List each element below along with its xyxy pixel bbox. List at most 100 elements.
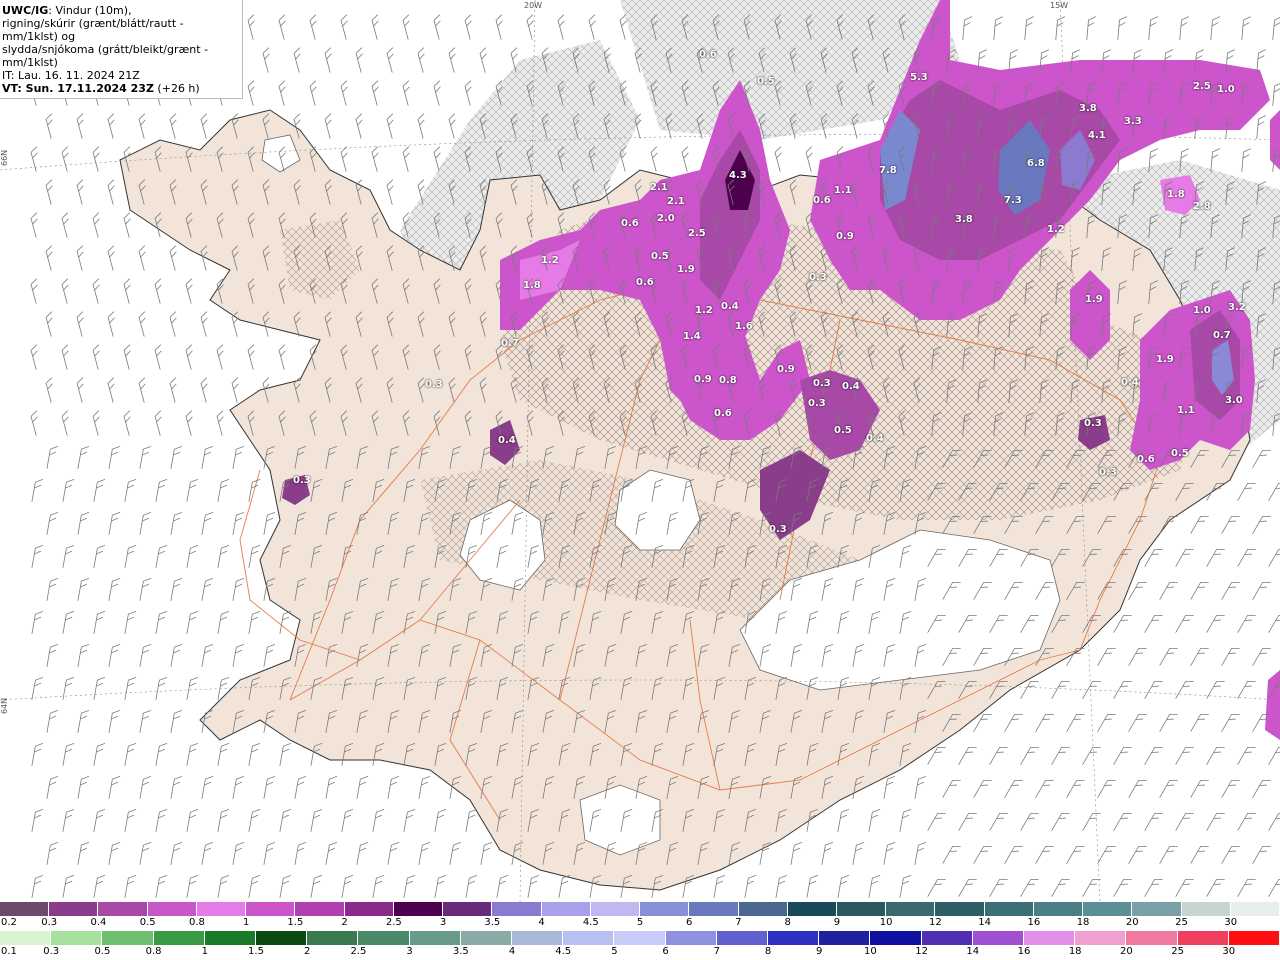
precip-value-label: 1.8 xyxy=(523,280,541,291)
precip-value-label: 0.4 xyxy=(842,381,860,392)
legend-tick-label: 3.5 xyxy=(484,917,501,928)
legend-tick-label: 12 xyxy=(929,917,942,928)
legend-swatch xyxy=(204,931,257,945)
info-line3: slydda/snjókoma (grátt/bleikt/grænt - mm… xyxy=(2,43,209,69)
legend-tick-label: 20 xyxy=(1125,917,1139,928)
legend-tick-label: 4 xyxy=(538,917,545,928)
precip-value-label: 4.3 xyxy=(729,170,747,181)
legend-tick-label: 30 xyxy=(1224,917,1238,928)
legend-tick-label: 0.2 xyxy=(1,917,17,928)
precip-value-label: 1.8 xyxy=(1167,189,1185,200)
legend-snow: 0.2 0.3 0.4 0.5 0.8 1 1.5 2 2.5 3 3.5 4 4.5 5 6 7 8 9 10 12… xyxy=(0,902,1280,931)
map-info-box: UWC/IG: Vindur (10m), rigning/skúrir (gr… xyxy=(0,0,243,99)
legend-swatch xyxy=(147,902,197,916)
legend-swatch xyxy=(1083,902,1133,916)
legend-tick-label: 0.3 xyxy=(41,917,58,928)
legend-swatch xyxy=(0,902,50,916)
legend-tick-label: 4.5 xyxy=(582,917,599,928)
legend-swatch xyxy=(307,931,359,945)
legend-swatch xyxy=(1228,931,1280,945)
legend-swatch xyxy=(460,931,513,945)
legend-swatch xyxy=(256,931,308,945)
legend-tick-label: 9 xyxy=(816,946,823,957)
legend-tick-label: 0.1 xyxy=(1,946,17,957)
legend-swatch xyxy=(512,931,564,945)
legend-tick-label: 8 xyxy=(784,917,791,928)
lat-label-64n: 64N xyxy=(0,697,9,714)
legend-tick-label: 14 xyxy=(978,917,991,928)
legend-swatch xyxy=(443,902,493,916)
legend-rain: 0.1 0.3 0.5 0.8 1 1.5 2 2.5 3 3.5 4 4.5 5 6 7 8 9 10 12 14 1… xyxy=(0,931,1280,960)
legend-swatch xyxy=(614,931,666,945)
precip-value-label: 0.6 xyxy=(1137,454,1155,465)
precip-value-label: 0.4 xyxy=(866,433,884,444)
legend-tick-label: 7 xyxy=(735,917,742,928)
legend-swatch xyxy=(921,931,973,945)
precip-value-label: 2.8 xyxy=(1193,201,1211,212)
legend-swatch xyxy=(51,931,103,945)
legend-tick-label: 25 xyxy=(1171,946,1184,957)
precip-value-label: 1.2 xyxy=(695,305,713,316)
legend-tick-label: 5 xyxy=(611,946,618,957)
lat-label-66n: 66N xyxy=(0,149,9,166)
precip-value-label: 0.3 xyxy=(809,272,827,283)
precip-value-label: 1.2 xyxy=(1047,224,1065,235)
legend-tick-label: 4 xyxy=(508,946,516,957)
legend-swatch xyxy=(1230,902,1280,916)
legend-rain-labels: 0.1 0.3 0.5 0.8 1 1.5 2 2.5 3 3.5 4 4.5 5 6 7 8 9 10 12 14 1… xyxy=(0,945,1280,960)
precip-value-label: 0.9 xyxy=(836,231,854,242)
precip-value-label: 0.4 xyxy=(1121,377,1139,388)
legend-swatch xyxy=(1132,902,1182,916)
legend-swatch xyxy=(689,902,739,916)
lon-label-20w: 20W xyxy=(524,1,543,10)
legend-tick-label: 1 xyxy=(242,917,250,928)
precip-value-label: 0.5 xyxy=(757,76,775,87)
precip-value-label: 3.8 xyxy=(1079,103,1097,114)
precip-value-label: 0.4 xyxy=(721,301,739,312)
info-line2: rigning/skúrir (grænt/blátt/rautt - mm/1… xyxy=(2,17,184,43)
precip-value-label: 0.7 xyxy=(1213,330,1231,341)
legend-tick-label: 4.5 xyxy=(555,946,572,957)
legend-tick-label: 25 xyxy=(1175,917,1188,928)
precip-value-label: 0.4 xyxy=(498,435,516,446)
precip-value-label: 1.9 xyxy=(677,264,695,275)
legend-tick-label: 2.5 xyxy=(385,917,402,928)
legend-swatch xyxy=(836,902,887,916)
legend-swatch xyxy=(935,902,985,916)
precip-value-label: 7.3 xyxy=(1004,195,1022,206)
precip-value-label: 0.6 xyxy=(621,218,639,229)
legend-tick-label: 0.4 xyxy=(90,917,107,928)
legend-swatch xyxy=(295,902,345,916)
legend-swatch xyxy=(590,902,641,916)
precip-value-label: 0.3 xyxy=(769,524,787,535)
legend-tick-label: 2.5 xyxy=(350,946,367,957)
precip-value-label: 0.6 xyxy=(813,195,831,206)
legend-tick-label: 10 xyxy=(864,946,877,957)
legend-swatch xyxy=(409,931,461,945)
precip-value-label: 0.8 xyxy=(719,375,737,386)
legend-tick-label: 1.5 xyxy=(287,917,304,928)
precip-value-label: 0.5 xyxy=(1171,448,1189,459)
precip-value-label: 2.5 xyxy=(688,228,706,239)
precip-value-label: 2.5 xyxy=(1193,81,1211,92)
precip-value-label: 2.0 xyxy=(657,213,675,224)
legend-tick-label: 3.5 xyxy=(452,946,469,957)
precip-value-label: 3.2 xyxy=(1228,302,1246,313)
legend-tick-label: 7 xyxy=(713,946,720,957)
precip-value-label: 1.0 xyxy=(1217,84,1235,95)
legend-swatch xyxy=(98,902,148,916)
info-init-time: IT: Lau. 16. 11. 2024 21Z xyxy=(2,69,140,82)
legend-swatch xyxy=(886,902,936,916)
legend-tick-label: 5 xyxy=(636,917,644,928)
legend-swatch xyxy=(393,902,444,916)
legend-swatch xyxy=(716,931,769,945)
precip-value-label: 1.9 xyxy=(1085,294,1103,305)
precip-value-label: 2.1 xyxy=(650,182,668,193)
legend-swatch xyxy=(246,902,296,916)
legend-tick-label: 2 xyxy=(304,946,311,957)
legend-swatch xyxy=(665,931,717,945)
legend-tick-label: 0.8 xyxy=(145,946,162,957)
legend-swatch xyxy=(1181,902,1231,916)
legend-tick-label: 12 xyxy=(915,946,928,957)
legend-swatch xyxy=(1024,931,1076,945)
